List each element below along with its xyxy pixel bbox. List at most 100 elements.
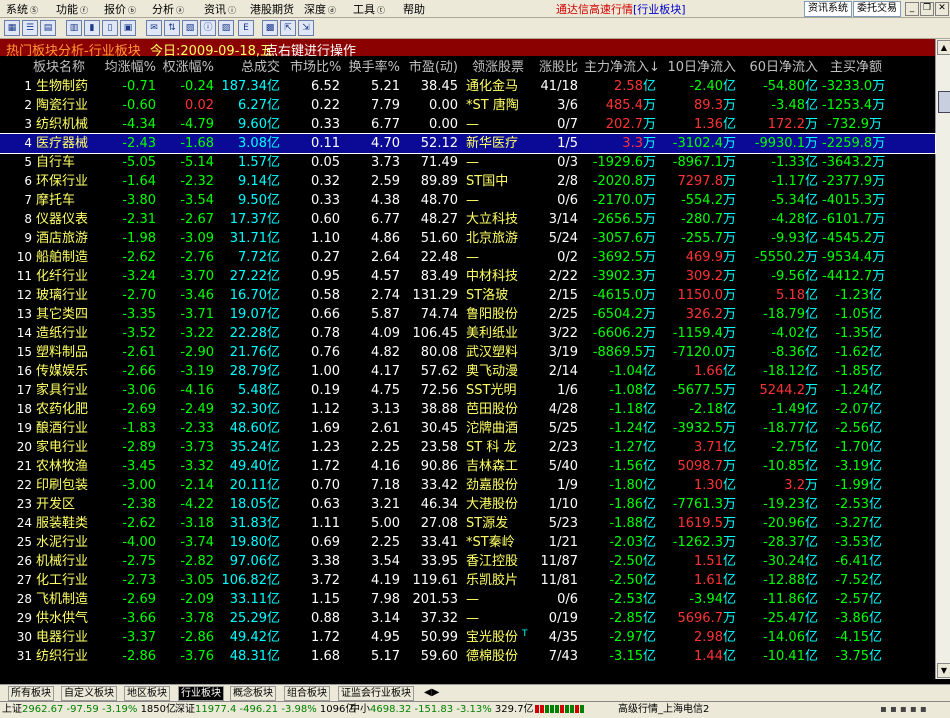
table-row[interactable]: 26 机械行业 -2.75 -2.82 97.06亿 3.38 3.54 33.95 香江控股 1… [0,552,935,571]
import-icon[interactable]: ⇲ [298,20,314,36]
table-row[interactable]: 14 造纸行业 -3.52 -3.22 22.28亿 0.78 4.09 106.45 美利纸业… [0,324,935,343]
menu-quote[interactable]: 报价 ⓑ [104,1,136,17]
col-10d-inflow-header[interactable]: 10日净流入 [664,58,736,77]
table-row[interactable]: 9 酒店旅游 -1.98 -3.09 31.71亿 1.10 4.86 51.60 北京旅游 5/… [0,229,935,248]
doc-icon[interactable]: ▧ [182,20,198,36]
restore-icon[interactable]: ❐ [920,2,934,16]
col-main-inflow-header[interactable]: 主力净流入↓ [584,58,660,77]
table-row[interactable]: 19 酿酒行业 -1.83 -2.33 48.60亿 1.69 2.61 30.45 沱牌曲酒 5… [0,419,935,438]
table-row[interactable]: 10 船舶制造 -2.62 -2.76 7.72亿 0.27 2.64 22.48—0/2 -3… [0,248,935,267]
table-row[interactable]: 30 电器行业 -3.37 -2.86 49.42亿 1.72 4.95 50.99 宝光股份 T… [0,628,935,647]
document-icon[interactable]: ▨ [218,20,234,36]
server-name[interactable]: 高级行情_上海电信2 [618,702,709,718]
table-row[interactable]: 4 医疗器械 -2.43 -1.68 3.08亿 0.11 4.70 52.12 新华医疗 1/5… [0,133,936,154]
news-system-button[interactable]: 资讯系统 [804,1,852,17]
weighted-change: -2.09 [180,592,214,607]
tab-all-boards[interactable]: 所有板块 [8,686,54,701]
table-row[interactable]: 24 服装鞋类 -2.62 -3.18 31.83亿 1.11 5.00 27.08 ST源发 5… [0,514,935,533]
net-inflow-60d: 5.18亿 [744,286,818,305]
info-icon[interactable]: ⓘ [200,20,216,36]
tab-concept-boards[interactable]: 概念板块 [230,686,276,701]
table-row[interactable]: 20 家电行业 -2.89 -3.73 35.24亿 1.23 2.25 23.58 ST 科 … [0,438,935,457]
chart-icon[interactable]: ▥ [66,20,82,36]
close-icon[interactable]: ✕ [935,2,949,16]
col-pe-header[interactable]: 市盈(动) [406,58,458,77]
col-weighted-header[interactable]: 权涨幅% [160,58,214,77]
monitor-icon[interactable]: ▩ [262,20,278,36]
table-row[interactable]: 8 仪器仪表 -2.31 -2.67 17.37亿 0.60 6.77 48.27 大立科技 3/… [0,210,935,229]
tab-csrc-boards[interactable]: 证监会行业板块 [338,686,414,701]
vertical-scrollbar[interactable]: ▲ ▼ [935,39,950,679]
tab-scroll-icon[interactable]: ◀▶ [422,686,441,699]
grid-icon[interactable]: ▤ [40,20,56,36]
trade-button[interactable]: 委托交易 [853,1,901,17]
menu-help[interactable]: 帮助 [403,1,425,17]
table-row[interactable]: 17 家具行业 -3.06 -4.16 5.48亿 0.19 4.75 72.56 SST光明 1… [0,381,935,400]
table-row[interactable]: 5 自行车 -5.05 -5.14 1.57亿 0.05 3.73 71.49—0/3 -192… [0,153,935,172]
table-row[interactable]: 15 塑料制品 -2.61 -2.90 21.76亿 0.76 4.82 80.08 武汉塑料 3… [0,343,935,362]
col-turnover-header[interactable]: 换手率% [348,58,400,77]
table-row[interactable]: 18 农药化肥 -2.69 -2.49 32.30亿 1.12 3.13 38.88 芭田股份 4… [0,400,935,419]
minimize-icon[interactable]: _ [905,2,919,16]
table-row[interactable]: 12 玻璃行业 -2.70 -3.46 16.70亿 0.58 2.74 131.29 ST洛玻… [0,286,935,305]
col-up-ratio-header[interactable]: 涨股比 [530,58,578,77]
kline-icon[interactable]: ▯ [102,20,118,36]
zx-index[interactable]: 中小4698.32 -151.83 -3.13% 329.7亿 [350,702,534,718]
menu-depth[interactable]: 深度 ⓓ [304,1,336,17]
sort-icon[interactable]: ⇅ [164,20,180,36]
net-inflow-10d-value: -280.7 [681,212,723,227]
tab-custom-boards[interactable]: 自定义板块 [61,686,117,701]
col-avg-header[interactable]: 均涨幅% [100,58,156,77]
col-main-buy-header[interactable]: 主买净额 [822,58,882,77]
tab-industry-boards[interactable]: 行业板块 [178,686,224,701]
turnover-rate: 4.57 [371,269,400,284]
tab-region-boards[interactable]: 地区板块 [124,686,170,701]
table-row[interactable]: 3 纺织机械 -4.34 -4.79 9.60亿 0.33 6.77 0.00—0/7 202.… [0,115,935,134]
main-net-inflow: -2656.5万 [584,210,656,229]
menu-function[interactable]: 功能 ⓕ [56,1,88,17]
table-row[interactable]: 23 开发区 -2.38 -4.22 18.05亿 0.63 3.21 46.34 大港股份 1/… [0,495,935,514]
sh-index[interactable]: 上证2962.67 -97.59 -3.19% 1850亿 [2,702,176,718]
table-row[interactable]: 2 陶瓷行业 -0.60 0.02 6.27亿 0.22 7.79 0.00 *ST 唐陶 3/6… [0,96,935,115]
sz-index[interactable]: 深证11977.4 -496.21 -3.98% 1096亿 [175,702,355,718]
table-row[interactable]: 22 印刷包装 -3.00 -2.14 20.11亿 0.70 7.18 33.42 劲嘉股份 1… [0,476,935,495]
bar-chart-icon[interactable]: ▮ [84,20,100,36]
table-row[interactable]: 1 生物制药 -0.71 -0.24 187.34亿 6.52 5.21 38.45 通化金马 4… [0,77,935,96]
col-market-share-header[interactable]: 市场比% [290,58,341,77]
net-inflow-10d-value: 1.51 [694,554,723,569]
table-row[interactable]: 11 化纤行业 -3.24 -3.70 27.22亿 0.95 4.57 83.49 中材科技 2… [0,267,935,286]
net-inflow-60d-value: 5244.2 [759,383,805,398]
table-row[interactable]: 25 水泥行业 -4.00 -3.74 19.80亿 0.69 2.25 33.41 *ST秦岭… [0,533,935,552]
table-row[interactable]: 28 飞机制造 -2.69 -2.09 33.11亿 1.15 7.98 201.53—0/6… [0,590,935,609]
table-row[interactable]: 31 纺织行业 -2.86 -3.76 48.31亿 1.68 5.17 59.60 德棉股份 7… [0,647,935,666]
menu-hk-futures[interactable]: 港股期货 [250,1,294,17]
menu-system[interactable]: 系统 Ⓢ [6,1,38,17]
table-row[interactable]: 29 供水供气 -3.66 -3.78 25.29亿 0.88 3.14 37.32—0/19… [0,609,935,628]
etf-icon[interactable]: E [238,20,254,36]
table-icon[interactable]: ▣ [120,20,136,36]
scroll-up-icon[interactable]: ▲ [937,40,950,55]
table-row[interactable]: 6 环保行业 -1.64 -2.32 9.14亿 0.32 2.59 89.89 ST国中 2/8… [0,172,935,191]
scroll-down-icon[interactable]: ▼ [937,663,950,678]
menu-news[interactable]: 资讯 ⓘ [204,1,236,17]
mail-icon[interactable]: ✉ [146,20,162,36]
table-row[interactable]: 7 摩托车 -3.80 -3.54 9.50亿 0.33 4.38 48.70—0/6 -217… [0,191,935,210]
col-60d-inflow-header[interactable]: 60日净流入 [744,58,818,77]
weighted-change: -3.71 [180,307,214,322]
main-net-inflow-unit: 亿 [642,364,656,379]
table-row[interactable]: 13 其它类四 -3.35 -3.71 19.07亿 0.66 5.87 74.74 鲁阳股份 2… [0,305,935,324]
table-row[interactable]: 27 化工行业 -2.73 -3.05 106.82亿 3.72 4.19 119.61 乐凯胶… [0,571,935,590]
board-header: 热门板块分析-行业板块 今日:2009-09-18,五 点右键进行操作 [0,39,935,59]
table-row[interactable]: 21 农林牧渔 -3.45 -3.32 49.40亿 1.72 4.16 90.86 吉林森工 5… [0,457,935,476]
menu-tools[interactable]: 工具 ⓣ [353,1,385,17]
tab-combo-boards[interactable]: 组合板块 [284,686,330,701]
menu-analysis[interactable]: 分析 ⓐ [152,1,184,17]
list-icon[interactable]: ☰ [22,20,38,36]
export-icon[interactable]: ⇱ [280,20,296,36]
main-net-inflow: 485.4万 [584,96,656,115]
col-volume-header[interactable]: 总成交 [218,58,280,77]
scroll-thumb[interactable] [938,91,950,113]
window-icon[interactable]: ▦ [4,20,20,36]
net-inflow-60d-unit: 亿 [804,516,818,531]
table-row[interactable]: 16 传媒娱乐 -2.66 -3.19 28.79亿 1.00 4.17 57.62 奥飞动漫 2… [0,362,935,381]
